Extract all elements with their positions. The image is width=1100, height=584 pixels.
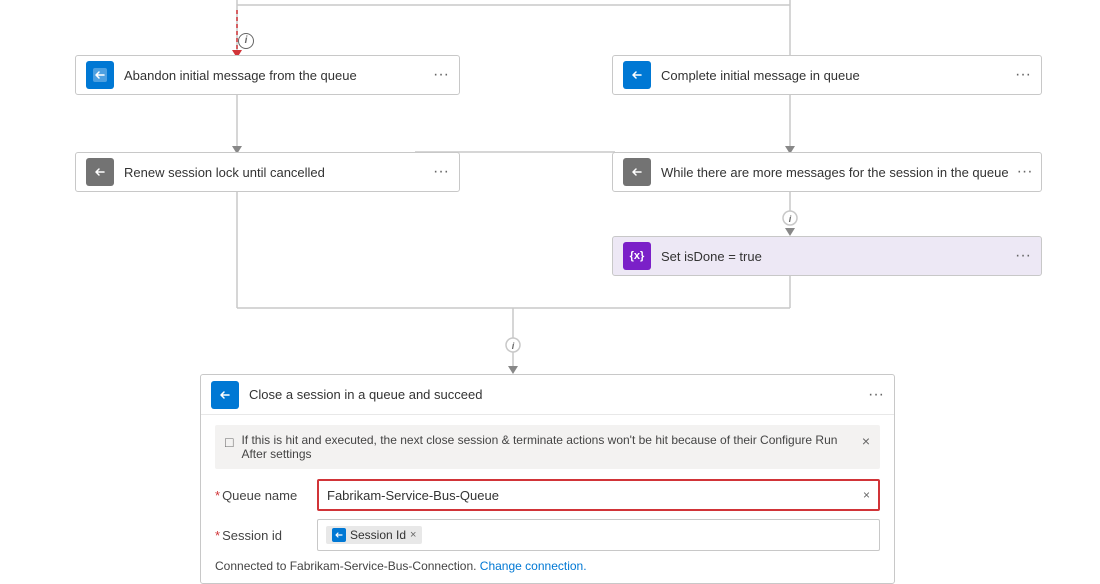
info-banner-text: If this is hit and executed, the next cl… bbox=[241, 433, 853, 461]
while-menu[interactable]: ··· bbox=[1017, 163, 1033, 181]
queue-name-input[interactable]: Fabrikam-Service-Bus-Queue × bbox=[317, 479, 880, 511]
session-tag-icon bbox=[332, 528, 346, 542]
queue-required-star: * bbox=[215, 488, 220, 503]
abandon-node[interactable]: Abandon initial message from the queue ·… bbox=[75, 55, 460, 95]
session-tag-remove[interactable]: × bbox=[410, 529, 416, 541]
footer: Connected to Fabrikam-Service-Bus-Connec… bbox=[215, 559, 880, 573]
session-id-label-text: Session id bbox=[222, 528, 282, 543]
renew-label: Renew session lock until cancelled bbox=[124, 165, 425, 180]
info-banner: □ If this is hit and executed, the next … bbox=[215, 425, 880, 469]
set-var-menu[interactable]: ··· bbox=[1015, 247, 1031, 265]
info-banner-close[interactable]: × bbox=[862, 433, 870, 449]
svg-text:i: i bbox=[512, 341, 515, 351]
abandon-menu[interactable]: ··· bbox=[433, 66, 449, 84]
renew-node[interactable]: Renew session lock until cancelled ··· bbox=[75, 152, 460, 192]
footer-text: Connected to Fabrikam-Service-Bus-Connec… bbox=[215, 559, 476, 573]
while-node[interactable]: While there are more messages for the se… bbox=[612, 152, 1042, 192]
close-node-menu[interactable]: ··· bbox=[868, 386, 884, 404]
queue-name-value: Fabrikam-Service-Bus-Queue bbox=[327, 488, 859, 503]
close-node-label: Close a session in a queue and succeed bbox=[249, 387, 868, 402]
queue-name-clear[interactable]: × bbox=[863, 488, 870, 502]
complete-label: Complete initial message in queue bbox=[661, 68, 1007, 83]
complete-node[interactable]: Complete initial message in queue ··· bbox=[612, 55, 1042, 95]
close-node-body: □ If this is hit and executed, the next … bbox=[201, 415, 894, 583]
change-connection-link[interactable]: Change connection. bbox=[480, 559, 587, 573]
queue-name-label: * Queue name bbox=[215, 488, 305, 503]
session-id-label: * Session id bbox=[215, 528, 305, 543]
session-id-input[interactable]: Session Id × bbox=[317, 519, 880, 551]
complete-icon bbox=[623, 61, 651, 89]
close-node-icon bbox=[211, 381, 239, 409]
queue-name-row: * Queue name Fabrikam-Service-Bus-Queue … bbox=[215, 479, 880, 511]
complete-menu[interactable]: ··· bbox=[1015, 66, 1031, 84]
abandon-icon bbox=[86, 61, 114, 89]
abandon-label: Abandon initial message from the queue bbox=[124, 68, 425, 83]
session-id-tag: Session Id × bbox=[326, 526, 422, 544]
info-banner-icon: □ bbox=[225, 434, 233, 450]
session-tag-label: Session Id bbox=[350, 528, 406, 542]
close-node: Close a session in a queue and succeed ·… bbox=[200, 374, 895, 584]
svg-text:i: i bbox=[789, 214, 792, 224]
while-label: While there are more messages for the se… bbox=[661, 165, 1009, 180]
renew-icon bbox=[86, 158, 114, 186]
renew-menu[interactable]: ··· bbox=[433, 163, 449, 181]
session-required-star: * bbox=[215, 528, 220, 543]
set-var-label: Set isDone = true bbox=[661, 249, 1015, 264]
while-icon bbox=[623, 158, 651, 186]
set-var-icon: {x} bbox=[623, 242, 651, 270]
session-id-row: * Session id Session Id × bbox=[215, 519, 880, 551]
workflow-canvas: i i Abandon initial message from the que… bbox=[0, 0, 1100, 580]
close-node-header: Close a session in a queue and succeed ·… bbox=[201, 375, 894, 415]
queue-name-label-text: Queue name bbox=[222, 488, 297, 503]
set-var-node[interactable]: {x} Set isDone = true ··· bbox=[612, 236, 1042, 276]
abandon-info-icon: i bbox=[238, 30, 254, 46]
